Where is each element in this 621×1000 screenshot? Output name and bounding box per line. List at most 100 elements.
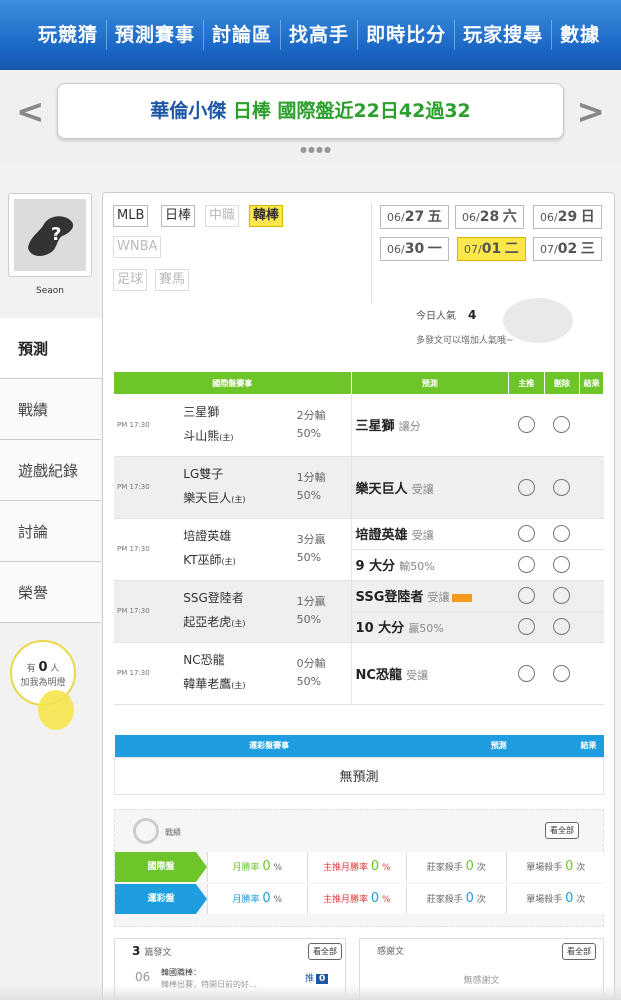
away-team: SSG登陸者 [183,591,244,605]
pick-team: 三星獅 [355,419,395,435]
banner-user: 華倫小傑 [150,100,233,122]
delete-radio[interactable] [544,518,580,550]
thanks-label: 感謝文 [377,947,405,957]
main-push-radio[interactable] [508,611,545,643]
pick-total: 9 大分 [355,559,396,574]
avatar[interactable]: ? [8,193,92,277]
sport-tag-npb[interactable]: 日棒 [161,205,196,227]
date-0627[interactable]: 06/27 五 [380,205,449,229]
nav-item-forum[interactable]: 討論區 [204,20,282,50]
delete-radio[interactable] [544,456,580,519]
main-push-radio[interactable] [508,642,545,705]
record-title: 戰績 [165,828,181,837]
nav-item-experts[interactable]: 找高手 [281,20,359,50]
home-team: 韓華老鷹 [183,677,232,691]
thanks-view-all-button[interactable]: 看全部 [562,943,596,960]
date-0701[interactable]: 07/01 二 [457,237,526,261]
date-0702[interactable]: 07/02 三 [533,237,602,261]
date-0629[interactable]: 06/29 日 [533,205,602,229]
popularity-value: 4 [468,308,477,322]
fans-text: 加我為明燈 [20,678,66,688]
record-box: 戰績 看全部 國際盤 月勝率 0 % 主推月勝率 0 % 莊家殺手 0 次 單場… [114,809,605,927]
col-delete: 刪除 [544,372,581,394]
articles-count: 3 [132,944,141,958]
sport-tag-soccer[interactable]: 足球 [113,269,148,291]
date-0628[interactable]: 06/28 六 [455,205,524,229]
nav-item-player-search[interactable]: 玩家搜尋 [455,20,553,50]
main-push-radio[interactable] [508,518,545,550]
lottery-prediction-table: 運彩盤賽事 預測 結果 無預測 [114,735,604,795]
sport-tag-kbo[interactable]: 韓棒 [249,205,284,227]
sidebar-tab-game-log[interactable]: 遊戲紀錄 [0,440,101,501]
col-lottery-prediction: 預測 [423,735,574,757]
delete-radio[interactable] [544,580,580,612]
sport-tag-mlb[interactable]: MLB [113,205,149,227]
hot-badge-icon [451,593,472,602]
main-push-radio[interactable] [508,580,545,612]
sport-tag-wnba[interactable]: WNBA [113,236,162,258]
svg-text:?: ? [51,224,61,245]
table-row: PM 17:30 SSG登陸者 起亞老虎(主) 1分贏 50% SSG登陸者 受讓 [114,580,604,643]
delete-radio[interactable] [544,549,580,581]
table-row: PM 17:30 NC恐龍 韓華老鷹(主) 0分輸 50% NC恐龍 受讓 [114,642,604,705]
main-push-radio[interactable] [508,394,545,457]
no-prediction-text: 無預測 [114,756,604,795]
popularity: 今日人氣 4 [416,308,477,322]
banner-carousel: < 華倫小傑 日棒 國際盤近22日42過32 > ●●●● [0,70,621,165]
top-nav: 玩競猜 預測賽事 討論區 找高手 即時比分 玩家搜尋 數據 [0,0,621,70]
scallop-divider [0,160,621,168]
main-push-radio[interactable] [508,456,545,519]
delete-radio[interactable] [544,611,580,643]
pick-team: NC恐龍 [355,667,402,683]
home-team: 斗山熊 [183,428,220,443]
away-team: 培證英雄 [183,529,232,543]
chevron-left-icon[interactable]: < [16,92,45,132]
away-team: LG雙子 [183,467,224,481]
result-cell [579,518,604,550]
date-0630[interactable]: 06/30 一 [380,237,449,261]
intl-prediction-table: 國際盤賽事 預測 主推 刪除 結果 PM 17:30 三星獅 斗山熊(主) 2分輸… [114,372,604,705]
main-panel: MLB 日棒 中職 韓棒 WNBA 足球 賽馬 06/27 五 06/28 六 … [102,192,615,1000]
record-view-all-button[interactable]: 看全部 [545,822,579,839]
sport-tag-horse[interactable]: 賽馬 [155,269,190,291]
home-team: 樂天巨人 [183,491,232,505]
nav-item-stats[interactable]: 數據 [552,20,608,50]
sidebar-tabs: 預測 戰績 遊戲紀錄 討論 榮譽 [0,318,103,623]
delete-radio[interactable] [544,394,580,457]
carousel-dots-icon: ●●●● [300,145,332,154]
bottom-shade [0,985,621,1000]
delete-radio[interactable] [544,642,580,705]
table-row: 無預測 [114,756,604,795]
articles-view-all-button[interactable]: 看全部 [308,943,342,960]
result-cell [579,642,604,705]
home-team: KT巫師 [183,553,222,567]
col-lottery-game: 運彩盤賽事 [114,735,424,757]
banner-headline[interactable]: 華倫小傑 日棒 國際盤近22日42過32 [57,83,564,139]
result-cell [579,549,604,581]
filter-divider [371,203,372,303]
table-row: PM 17:30 培證英雄 KT巫師(主) 3分贏 50% 培證英雄 受讓 [114,518,604,581]
pick-team: SSG登陸者 [355,590,424,605]
result-cell [579,394,604,457]
sidebar-tab-discussion[interactable]: 討論 [0,501,101,562]
sport-tag-cpbl[interactable]: 中職 [205,205,240,227]
col-intl-game: 國際盤賽事 [114,372,352,394]
avatar-placeholder-icon: ? [14,199,86,271]
nav-item-livescore[interactable]: 即時比分 [358,20,456,50]
popularity-tip: 多發文可以增加人氣哦~ [416,336,514,346]
sidebar-tab-honor[interactable]: 榮譽 [0,562,101,623]
article-date: 06 [135,970,151,984]
profile-name: Seaon [36,286,64,296]
sidebar-tab-record[interactable]: 戰績 [0,379,101,440]
article-push[interactable]: 推0 [305,971,329,984]
main-push-radio[interactable] [508,549,545,581]
home-team: 起亞老虎 [183,615,232,629]
nav-item-guess[interactable]: 玩競猜 [0,20,108,50]
record-row-lottery: 運彩盤 月勝率 0 % 主推月勝率 0 % 莊家殺手 0 次 單場殺手 0 次 [115,884,605,914]
article-title[interactable]: 韓國職棒： [161,967,201,978]
nav-item-predict[interactable]: 預測賽事 [107,20,205,50]
chevron-right-icon[interactable]: > [577,92,606,132]
result-cell [579,611,604,643]
lightbulb-icon [38,690,74,730]
sidebar-tab-predict[interactable]: 預測 [0,318,103,379]
